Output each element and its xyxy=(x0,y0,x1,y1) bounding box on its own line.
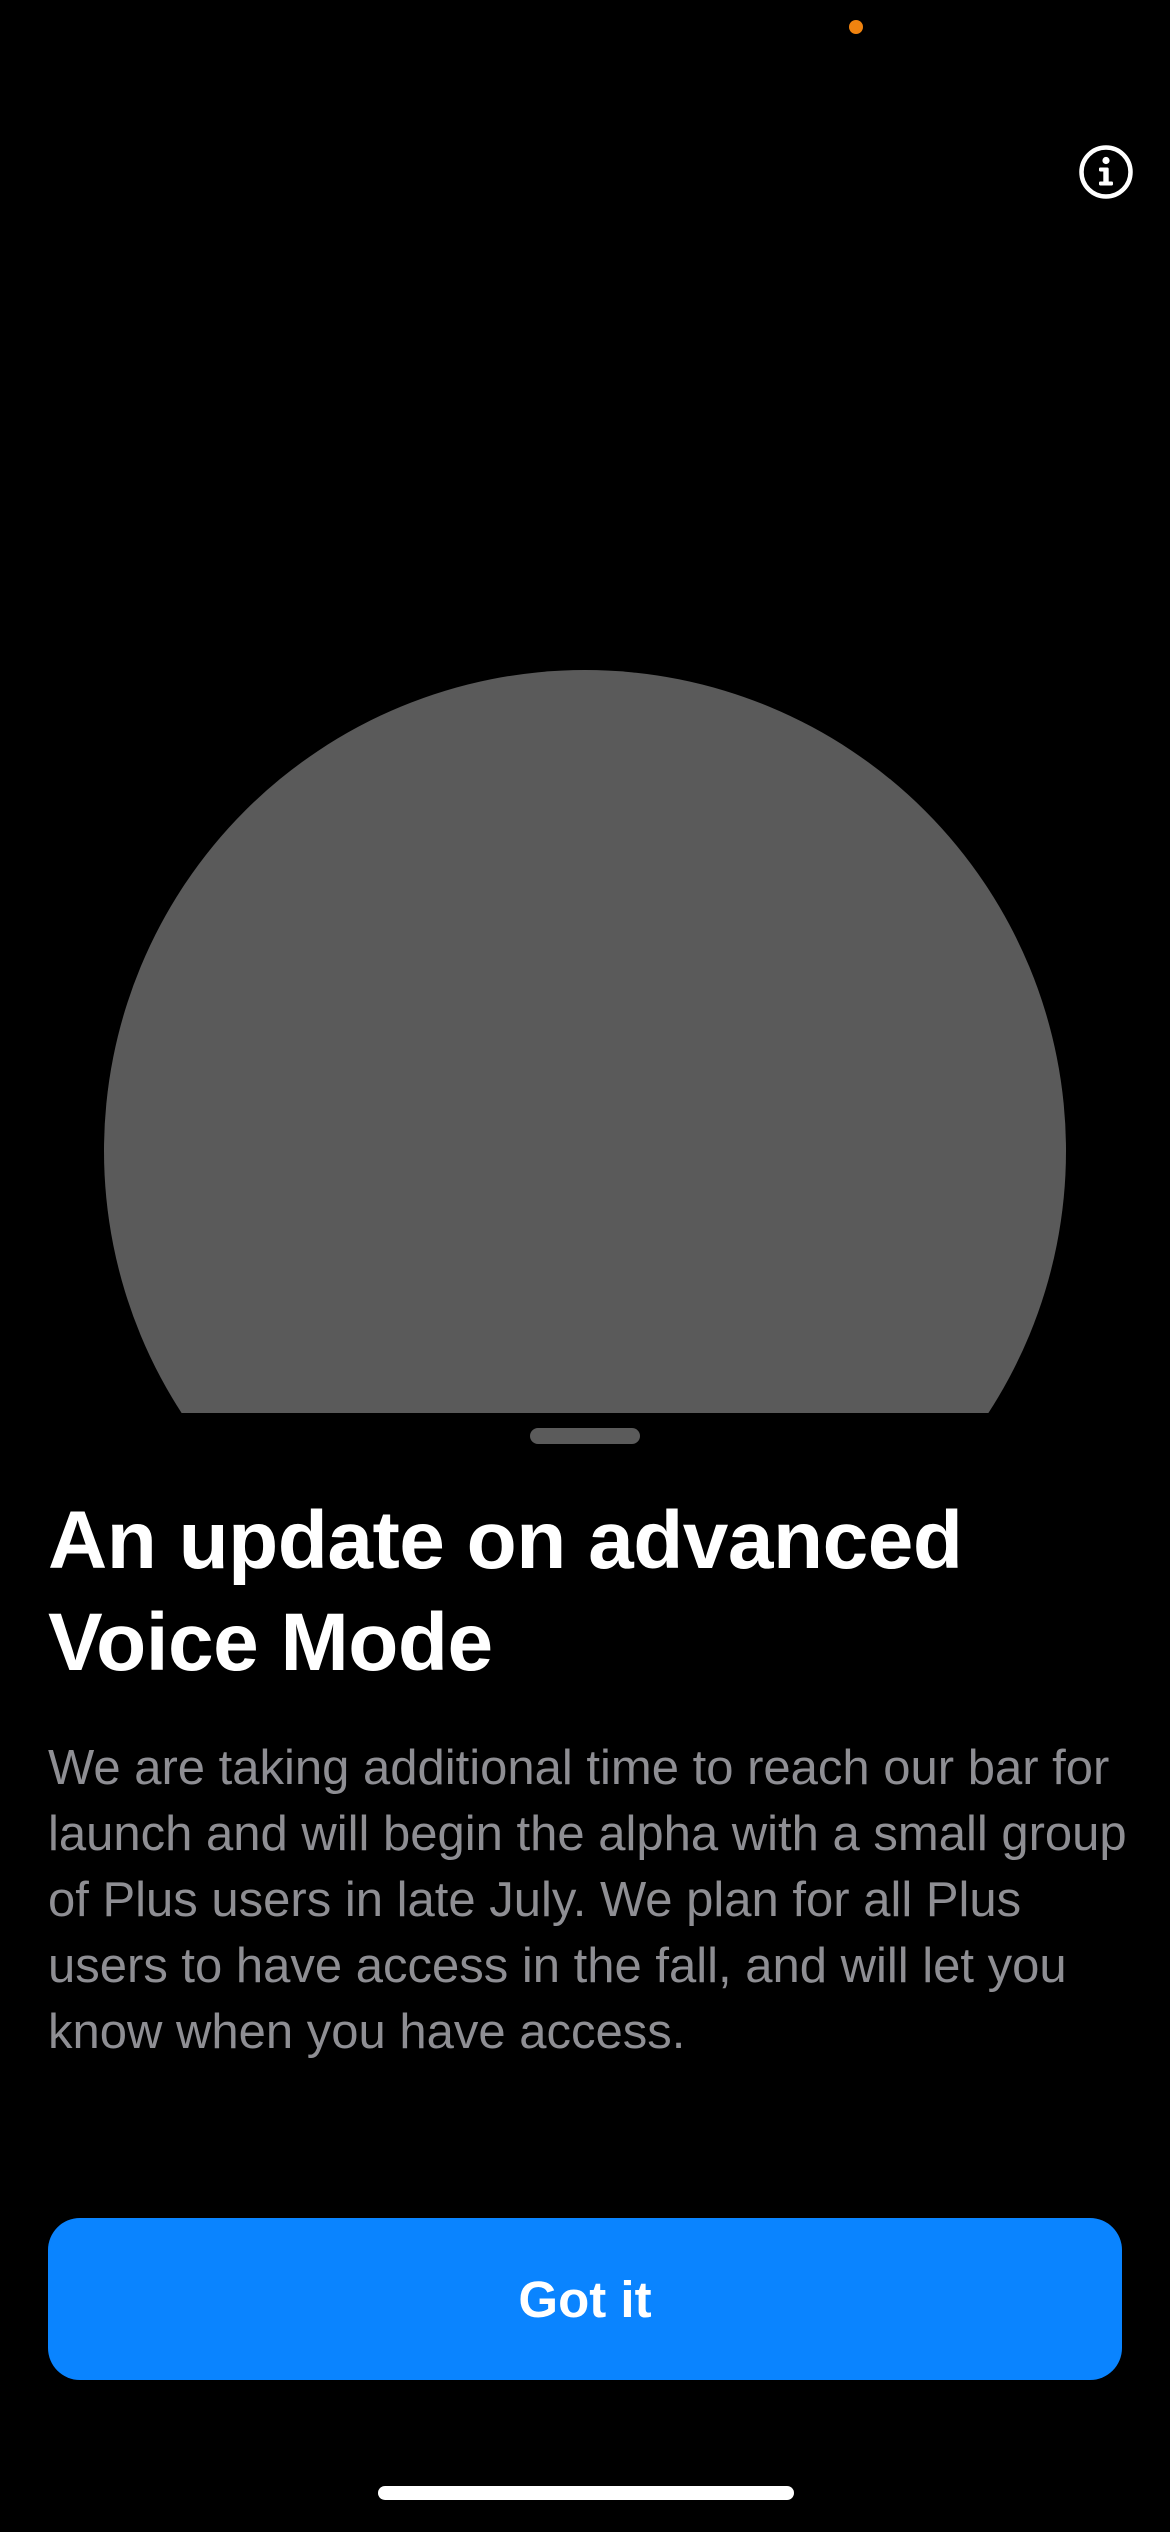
home-indicator xyxy=(378,2486,794,2500)
voice-orb xyxy=(104,670,1066,1413)
got-it-button[interactable]: Got it xyxy=(48,2218,1122,2380)
sheet-title: An update on advanced Voice Mode xyxy=(48,1495,963,1688)
sheet-body-text: We are taking additional time to reach o… xyxy=(48,1741,1127,2059)
sheet-grabber[interactable] xyxy=(530,1428,640,1444)
voice-orb-area xyxy=(0,0,1170,1413)
